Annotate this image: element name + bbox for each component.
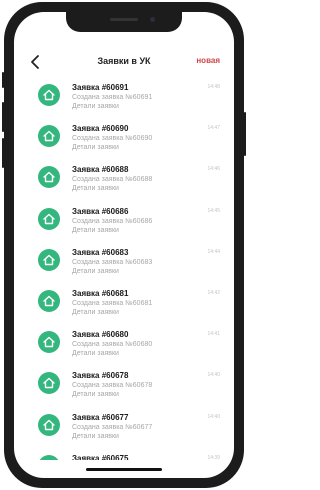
request-details-link[interactable]: Детали заявки [72, 309, 119, 316]
request-details-link[interactable]: Детали заявки [72, 185, 119, 192]
request-details-link[interactable]: Детали заявки [72, 350, 119, 357]
request-time: 14:41 [207, 331, 220, 338]
request-avatar [38, 372, 60, 395]
request-title: Заявка #60675 [72, 453, 129, 460]
home-icon [43, 89, 55, 101]
list-item[interactable]: Заявка #60688 Создана заявка №60688 Детали… [14, 162, 234, 202]
speaker-grille [110, 18, 138, 21]
request-subtitle: Создана заявка №60691 [72, 94, 153, 101]
home-icon [43, 130, 55, 142]
list-item[interactable]: Заявка #60678 Создана заявка №60678 Детали… [14, 368, 234, 408]
request-title: Заявка #60678 [72, 371, 129, 381]
request-avatar [38, 454, 60, 460]
request-time: 14:45 [207, 207, 220, 214]
request-time: 14:47 [207, 125, 220, 132]
request-title: Заявка #60683 [72, 247, 129, 257]
home-icon [43, 336, 55, 348]
request-avatar [38, 248, 60, 271]
power-button [244, 112, 246, 156]
volume-up-button [2, 102, 4, 132]
request-subtitle: Создана заявка №60688 [72, 176, 153, 184]
request-avatar [38, 289, 60, 312]
request-details-link[interactable]: Детали заявки [72, 433, 119, 440]
request-details-link[interactable]: Детали заявки [72, 268, 119, 275]
request-list[interactable]: Заявка #60691 Создана заявка №60691 Детали… [14, 80, 234, 460]
request-avatar [38, 207, 60, 230]
list-item[interactable]: Заявка #60677 Создана заявка №60677 Детали… [14, 410, 234, 450]
request-avatar [38, 331, 60, 354]
request-time: 14:39 [207, 454, 220, 460]
home-icon [43, 378, 55, 389]
home-icon [43, 172, 55, 183]
request-subtitle: Создана заявка №60680 [72, 341, 153, 349]
list-item[interactable]: Заявка #60683 Создана заявка №60683 Детали… [14, 245, 234, 285]
list-item[interactable]: Заявка #60690 Создана заявка №60690 Детали… [14, 121, 234, 161]
request-title: Заявка #60691 [72, 83, 129, 92]
home-indicator[interactable] [86, 468, 162, 471]
request-avatar [38, 125, 60, 148]
request-subtitle: Создана заявка №60690 [72, 135, 153, 143]
request-avatar [38, 166, 60, 189]
front-camera [150, 17, 155, 22]
request-subtitle: Создана заявка №60681 [72, 299, 153, 307]
screen: Заявки в УК новая Заявка #60691 Создана з… [14, 12, 234, 478]
request-title: Заявка #60686 [72, 206, 129, 216]
home-icon [43, 419, 55, 430]
request-time: 14:42 [207, 289, 220, 296]
request-details-link[interactable]: Детали заявки [72, 227, 119, 234]
request-avatar [38, 84, 60, 106]
volume-down-button [2, 138, 4, 168]
request-time: 14:44 [207, 248, 220, 255]
request-title: Заявка #60688 [72, 165, 129, 175]
home-icon [43, 213, 55, 224]
request-details-link[interactable]: Детали заявки [72, 391, 119, 398]
notch [66, 12, 182, 32]
home-icon [43, 254, 55, 265]
mute-switch [2, 72, 4, 88]
request-details-link[interactable]: Детали заявки [72, 103, 119, 110]
list-item[interactable]: Заявка #60681 Создана заявка №60681 Детали… [14, 286, 234, 326]
request-subtitle: Создана заявка №60678 [72, 382, 153, 390]
nav-header: Заявки в УК новая [14, 52, 234, 74]
list-item[interactable]: Заявка #60686 Создана заявка №60686 Детали… [14, 204, 234, 244]
request-subtitle: Создана заявка №60683 [72, 258, 153, 266]
home-icon [42, 459, 56, 460]
request-title: Заявка #60681 [72, 288, 129, 298]
request-title: Заявка #60677 [72, 412, 129, 422]
request-time: 14:46 [207, 166, 220, 173]
new-request-button[interactable]: новая [196, 56, 220, 65]
request-subtitle: Создана заявка №60686 [72, 217, 153, 225]
list-item[interactable]: Заявка #60675Создана заявка №60675Детали… [14, 451, 234, 460]
request-time: 14:40 [207, 372, 220, 379]
home-icon [43, 295, 55, 307]
request-title: Заявка #60690 [72, 124, 129, 134]
request-avatar [38, 413, 60, 436]
request-details-link[interactable]: Детали заявки [72, 144, 119, 151]
phone-frame: Заявки в УК новая Заявка #60691 Создана з… [2, 2, 246, 488]
list-item[interactable]: Заявка #60680 Создана заявка №60680 Детали… [14, 327, 234, 367]
request-time: 14:48 [207, 84, 220, 90]
request-subtitle: Создана заявка №60677 [72, 423, 153, 431]
request-time: 14:40 [207, 413, 220, 420]
request-title: Заявка #60680 [72, 330, 129, 340]
list-item[interactable]: Заявка #60691 Создана заявка №60691 Детали… [14, 80, 234, 120]
